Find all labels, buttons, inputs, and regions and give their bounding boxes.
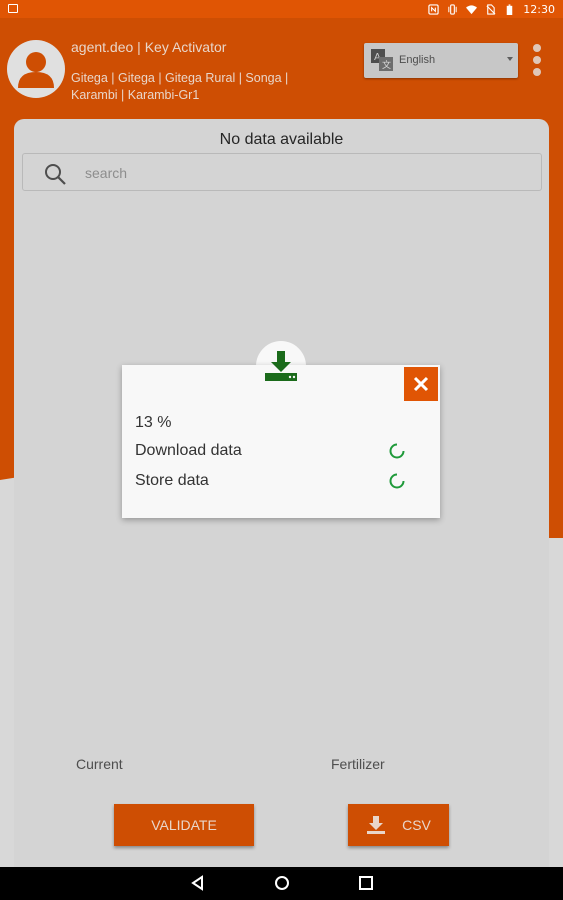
- nfc-icon: [428, 3, 439, 15]
- home-icon[interactable]: [274, 875, 290, 891]
- notification-icon: [8, 4, 18, 13]
- step-download-label: Download data: [135, 442, 242, 459]
- status-icons: 12:30: [428, 2, 555, 16]
- loading-spinner-icon: [389, 443, 405, 459]
- wifi-icon: [466, 4, 478, 14]
- no-sim-icon: [486, 3, 496, 15]
- status-bar: 12:30: [0, 0, 563, 18]
- progress-text: 13 %: [135, 414, 172, 431]
- download-icon: [265, 351, 297, 381]
- recents-icon[interactable]: [358, 875, 374, 891]
- back-icon[interactable]: [190, 875, 206, 891]
- clock: 12:30: [523, 2, 555, 16]
- vibrate-icon: [448, 3, 457, 15]
- download-dialog: 13 % Download data Store data: [122, 365, 440, 518]
- close-button[interactable]: [404, 367, 438, 401]
- battery-icon: [507, 3, 513, 15]
- step-store-label: Store data: [135, 472, 209, 489]
- navigation-bar: [0, 867, 563, 900]
- close-icon: [413, 376, 429, 392]
- loading-spinner-icon: [389, 473, 405, 489]
